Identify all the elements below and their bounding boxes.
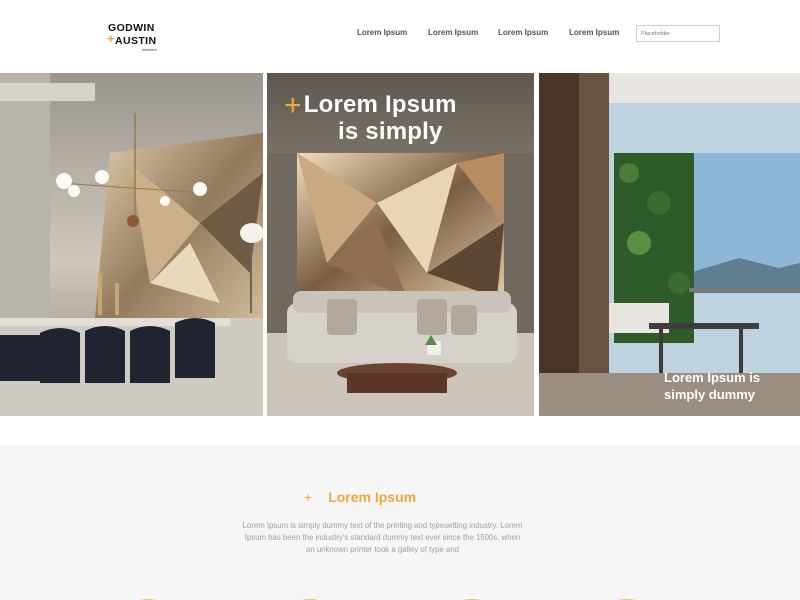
section-plus-icon: + — [304, 489, 313, 505]
search-input[interactable] — [636, 25, 720, 42]
nav-link-2[interactable]: Lorem Ipsum — [428, 28, 478, 37]
balcony-illustration — [539, 73, 800, 416]
site-header: GODWIN + AUSTIN Interiors Lorem Ipsum Lo… — [0, 0, 800, 73]
nav-link-3[interactable]: Lorem Ipsum — [498, 28, 548, 37]
logo-tagline: Interiors — [142, 47, 157, 52]
section-paragraph: Lorem Ipsum is simply dummy text of the … — [242, 521, 523, 554]
logo-plus-icon: + — [107, 31, 115, 46]
dining-room-illustration — [0, 73, 263, 416]
dining-room-image — [0, 73, 263, 416]
nav-link-1[interactable]: Lorem Ipsum — [357, 28, 407, 37]
section-heading: + Lorem Ipsum — [304, 489, 416, 505]
nav-link-4[interactable]: Lorem Ipsum — [569, 28, 619, 37]
hero-caption-line-2: simply dummy — [664, 387, 756, 402]
hero-title: +Lorem Ipsum is simply — [284, 89, 457, 145]
hero-title-line-2: is simply — [338, 118, 443, 145]
logo-line-1: GODWIN — [108, 22, 155, 34]
plus-icon: + — [284, 89, 302, 122]
hero-caption: Lorem Ipsum is simply dummy — [664, 369, 760, 403]
brand-logo[interactable]: GODWIN + AUSTIN Interiors — [107, 22, 167, 54]
logo-line-2: AUSTIN — [115, 35, 157, 47]
intro-section: + Lorem Ipsum Lorem Ipsum is simply dummy… — [0, 445, 800, 600]
balcony-image — [539, 73, 800, 416]
hero-caption-line-1: Lorem Ipsum is — [664, 370, 761, 385]
hero-banner: +Lorem Ipsum is simply Lorem Ipsum is si… — [0, 73, 800, 416]
section-title-text: Lorem Ipsum — [328, 489, 417, 505]
hero-title-line-1: Lorem Ipsum — [303, 91, 457, 118]
